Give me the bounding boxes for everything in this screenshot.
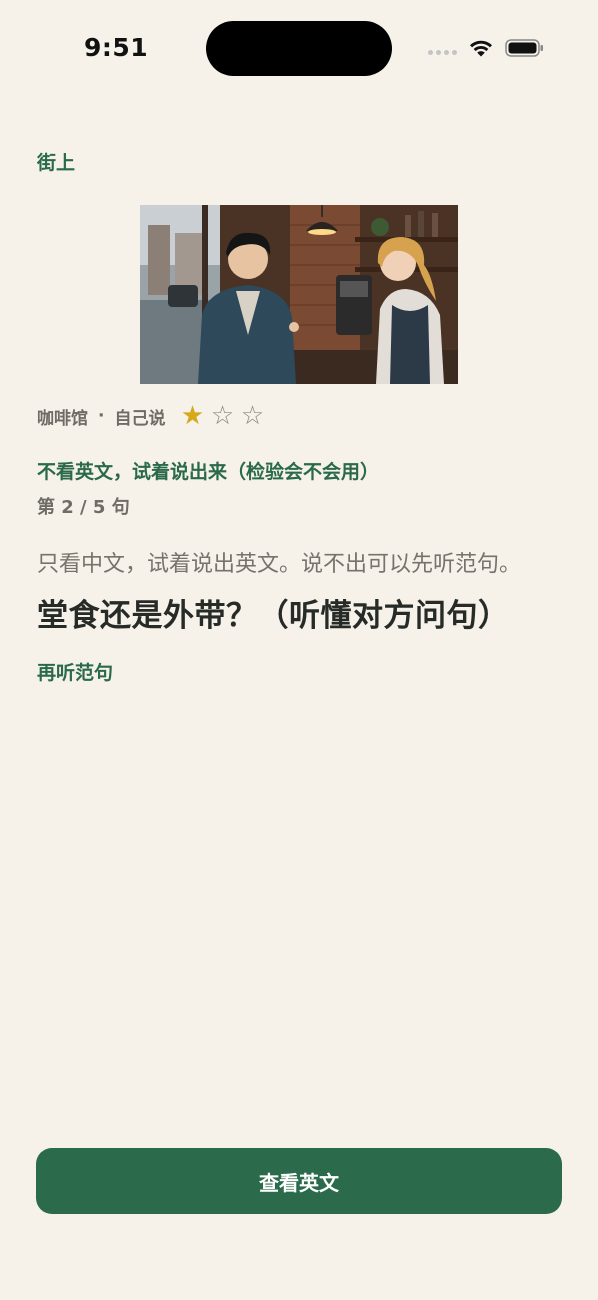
star-empty-icon: ☆	[210, 401, 235, 431]
battery-icon	[505, 39, 543, 57]
sentence-progress: 第 2 / 5 句	[37, 497, 130, 518]
cellular-signal-icon	[428, 50, 458, 58]
cafe-scene-illustration	[140, 205, 458, 384]
screen: 9:51 街上 咖啡馆 · 自己说 ★ ☆ ☆ 不看英文，试着说出来（检验会不会…	[0, 0, 598, 1300]
reveal-english-button[interactable]: 查看英文	[36, 1148, 562, 1214]
status-time: 9:51	[84, 33, 149, 62]
task-title: 不看英文，试着说出来（检验会不会用）	[37, 461, 380, 483]
dynamic-island	[206, 21, 392, 76]
difficulty-stars: ★ ☆ ☆	[177, 401, 267, 431]
location-label: 咖啡馆	[37, 408, 88, 429]
chinese-prompt: 堂食还是外带？（听懂对方问句）	[37, 598, 510, 634]
instruction-text: 只看中文，试着说出英文。说不出可以先听范句。	[37, 552, 522, 577]
star-filled-icon: ★	[180, 401, 205, 431]
lesson-meta: 咖啡馆 · 自己说 ★ ☆ ☆	[37, 401, 267, 431]
meta-separator: ·	[98, 406, 105, 426]
wifi-icon	[470, 40, 492, 57]
mode-label: 自己说	[114, 408, 166, 429]
status-bar: 9:51	[0, 0, 598, 96]
scene-label: 街上	[37, 152, 76, 174]
replay-sample-button[interactable]: 再听范句	[37, 658, 113, 685]
star-empty-icon: ☆	[240, 401, 265, 431]
